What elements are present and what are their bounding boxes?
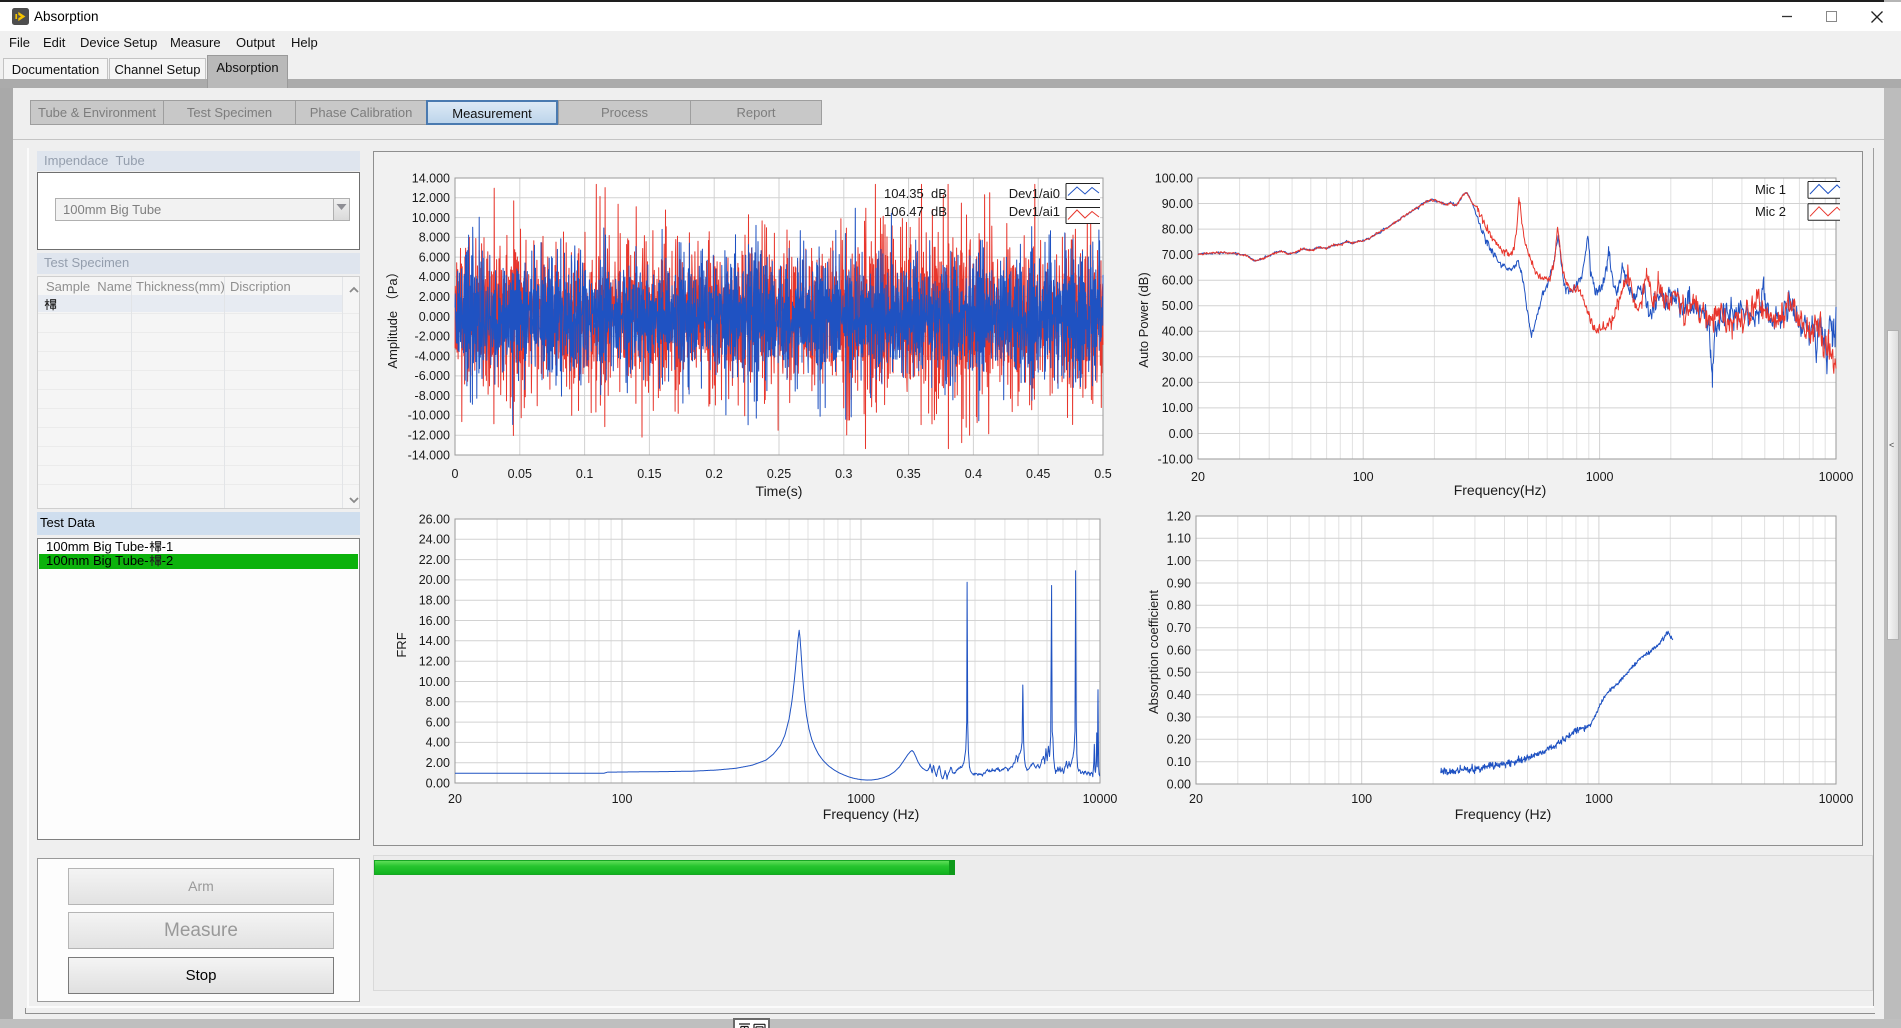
svg-text:0.00: 0.00 [1167, 777, 1191, 791]
svg-text:50.00: 50.00 [1162, 299, 1193, 313]
svg-text:Mic 1: Mic 1 [1755, 182, 1786, 197]
svg-text:16.00: 16.00 [419, 614, 450, 628]
svg-text:10.00: 10.00 [419, 675, 450, 689]
svg-text:-10.00: -10.00 [1158, 452, 1193, 466]
svg-text:90.00: 90.00 [1162, 197, 1193, 211]
svg-text:Frequency (Hz): Frequency (Hz) [823, 806, 919, 822]
svg-text:14.00: 14.00 [419, 634, 450, 648]
svg-text:4.000: 4.000 [419, 270, 450, 284]
svg-text:FRF: FRF [394, 632, 409, 657]
svg-text:10.000: 10.000 [412, 211, 450, 225]
svg-text:20: 20 [448, 792, 462, 806]
svg-text:2.000: 2.000 [419, 290, 450, 304]
svg-text:0.35: 0.35 [896, 467, 920, 481]
svg-text:8.000: 8.000 [419, 231, 450, 245]
svg-text:-6.000: -6.000 [415, 369, 450, 383]
svg-text:22.00: 22.00 [419, 553, 450, 567]
svg-text:10000: 10000 [1819, 792, 1854, 806]
svg-text:Amplitude （Pa）: Amplitude （Pa） [385, 265, 400, 368]
svg-text:0.50: 0.50 [1167, 666, 1191, 680]
svg-text:-10.000: -10.000 [408, 409, 450, 423]
svg-text:0.45: 0.45 [1026, 467, 1050, 481]
svg-text:100: 100 [1353, 470, 1374, 484]
svg-text:24.00: 24.00 [419, 533, 450, 547]
svg-text:1000: 1000 [1586, 470, 1614, 484]
svg-text:70.00: 70.00 [1162, 248, 1193, 262]
svg-text:-2.000: -2.000 [415, 330, 450, 344]
svg-text:Dev1/ai1: Dev1/ai1 [1009, 204, 1060, 219]
svg-text:1000: 1000 [847, 792, 875, 806]
svg-text:0.4: 0.4 [965, 467, 982, 481]
svg-text:1000: 1000 [1585, 792, 1613, 806]
svg-text:0.60: 0.60 [1167, 643, 1191, 657]
svg-text:60.00: 60.00 [1162, 274, 1193, 288]
svg-text:0.20: 0.20 [1167, 733, 1191, 747]
svg-text:2.00: 2.00 [426, 756, 450, 770]
svg-text:0.5: 0.5 [1094, 467, 1111, 481]
svg-text:14.000: 14.000 [412, 171, 450, 185]
svg-text:0.05: 0.05 [508, 467, 532, 481]
svg-text:100.00: 100.00 [1155, 171, 1193, 185]
svg-text:20.00: 20.00 [1162, 376, 1193, 390]
svg-text:0.00: 0.00 [426, 776, 450, 790]
svg-text:0.1: 0.1 [576, 467, 593, 481]
svg-text:-14.000: -14.000 [408, 448, 450, 462]
svg-text:18.00: 18.00 [419, 594, 450, 608]
svg-text:1.20: 1.20 [1167, 509, 1191, 523]
svg-text:10000: 10000 [1819, 470, 1854, 484]
svg-text:0.3: 0.3 [835, 467, 852, 481]
svg-text:-8.000: -8.000 [415, 389, 450, 403]
svg-text:104.35 dB: 104.35 dB [884, 186, 947, 201]
svg-text:0: 0 [452, 467, 459, 481]
svg-text:-12.000: -12.000 [408, 429, 450, 443]
svg-text:Time(s): Time(s) [756, 483, 803, 499]
svg-text:-4.000: -4.000 [415, 349, 450, 363]
svg-text:0.2: 0.2 [706, 467, 723, 481]
svg-text:Dev1/ai0: Dev1/ai0 [1009, 186, 1060, 201]
svg-text:4.00: 4.00 [426, 736, 450, 750]
svg-text:20.00: 20.00 [419, 573, 450, 587]
svg-text:20: 20 [1191, 470, 1205, 484]
svg-text:106.47 dB: 106.47 dB [884, 204, 947, 219]
svg-text:10000: 10000 [1083, 792, 1118, 806]
svg-text:0.70: 0.70 [1167, 621, 1191, 635]
svg-text:6.00: 6.00 [426, 715, 450, 729]
svg-text:0.25: 0.25 [767, 467, 791, 481]
svg-text:Frequency(Hz): Frequency(Hz) [1454, 482, 1547, 498]
svg-text:0.10: 0.10 [1167, 755, 1191, 769]
svg-text:8.00: 8.00 [426, 695, 450, 709]
svg-text:0.90: 0.90 [1167, 576, 1191, 590]
svg-text:20: 20 [1189, 792, 1203, 806]
svg-text:0.00: 0.00 [1169, 427, 1193, 441]
svg-text:6.000: 6.000 [419, 250, 450, 264]
svg-text:0.30: 0.30 [1167, 710, 1191, 724]
svg-text:80.00: 80.00 [1162, 222, 1193, 236]
svg-text:0.80: 0.80 [1167, 599, 1191, 613]
svg-text:1.00: 1.00 [1167, 554, 1191, 568]
svg-text:12.000: 12.000 [412, 191, 450, 205]
svg-text:0.40: 0.40 [1167, 688, 1191, 702]
svg-text:Auto Power (dB): Auto Power (dB) [1136, 272, 1151, 367]
svg-text:100: 100 [612, 792, 633, 806]
svg-text:26.00: 26.00 [419, 512, 450, 526]
svg-text:30.00: 30.00 [1162, 350, 1193, 364]
svg-text:100: 100 [1351, 792, 1372, 806]
svg-text:Frequency (Hz): Frequency (Hz) [1455, 806, 1551, 822]
svg-text:12.00: 12.00 [419, 655, 450, 669]
svg-text:0.000: 0.000 [419, 310, 450, 324]
svg-text:40.00: 40.00 [1162, 325, 1193, 339]
svg-text:Absorption coefficient: Absorption coefficient [1146, 590, 1161, 714]
svg-text:1.10: 1.10 [1167, 532, 1191, 546]
svg-text:Mic 2: Mic 2 [1755, 204, 1786, 219]
svg-text:0.15: 0.15 [637, 467, 661, 481]
svg-text:10.00: 10.00 [1162, 401, 1193, 415]
